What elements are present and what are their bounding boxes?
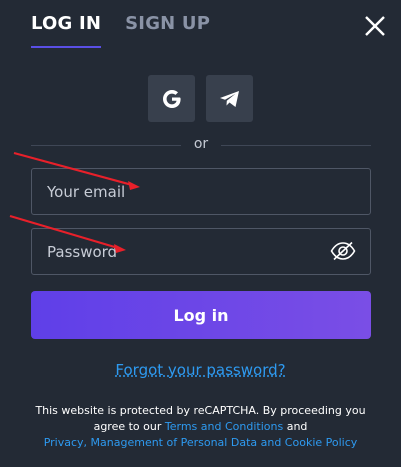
legal-line-2: agree to our Terms and Conditions and (20, 419, 381, 435)
or-divider: or (31, 136, 371, 154)
google-login-button[interactable] (148, 75, 195, 122)
legal-and-text: and (286, 420, 308, 433)
social-login (148, 75, 253, 122)
password-field-container (31, 228, 371, 275)
or-text: or (193, 136, 209, 152)
telegram-login-button[interactable] (206, 75, 253, 122)
terms-link[interactable]: Terms and Conditions (165, 420, 283, 433)
log-in-button[interactable]: Log in (31, 291, 371, 339)
email-field[interactable] (32, 169, 332, 214)
legal-line-1: This website is protected by reCAPTCHA. … (35, 404, 366, 417)
legal-agree-text: agree to our (93, 420, 162, 433)
legal-notice: This website is protected by reCAPTCHA. … (20, 403, 381, 451)
eye-off-icon[interactable] (330, 241, 356, 261)
tab-sign-up[interactable]: SIGN UP (125, 13, 210, 48)
google-icon (162, 89, 181, 108)
privacy-policy-link[interactable]: Privacy, Management of Personal Data and… (44, 436, 358, 449)
divider-line-right (221, 145, 371, 146)
legal-line-3: Privacy, Management of Personal Data and… (20, 435, 381, 451)
auth-tabs: LOG IN SIGN UP (31, 13, 210, 48)
forgot-password-link[interactable]: Forgot your password? (0, 361, 401, 379)
email-field-container (31, 168, 371, 215)
telegram-icon (219, 90, 239, 107)
tab-log-in[interactable]: LOG IN (31, 13, 102, 48)
close-icon[interactable] (362, 13, 388, 39)
password-field[interactable] (32, 229, 332, 274)
